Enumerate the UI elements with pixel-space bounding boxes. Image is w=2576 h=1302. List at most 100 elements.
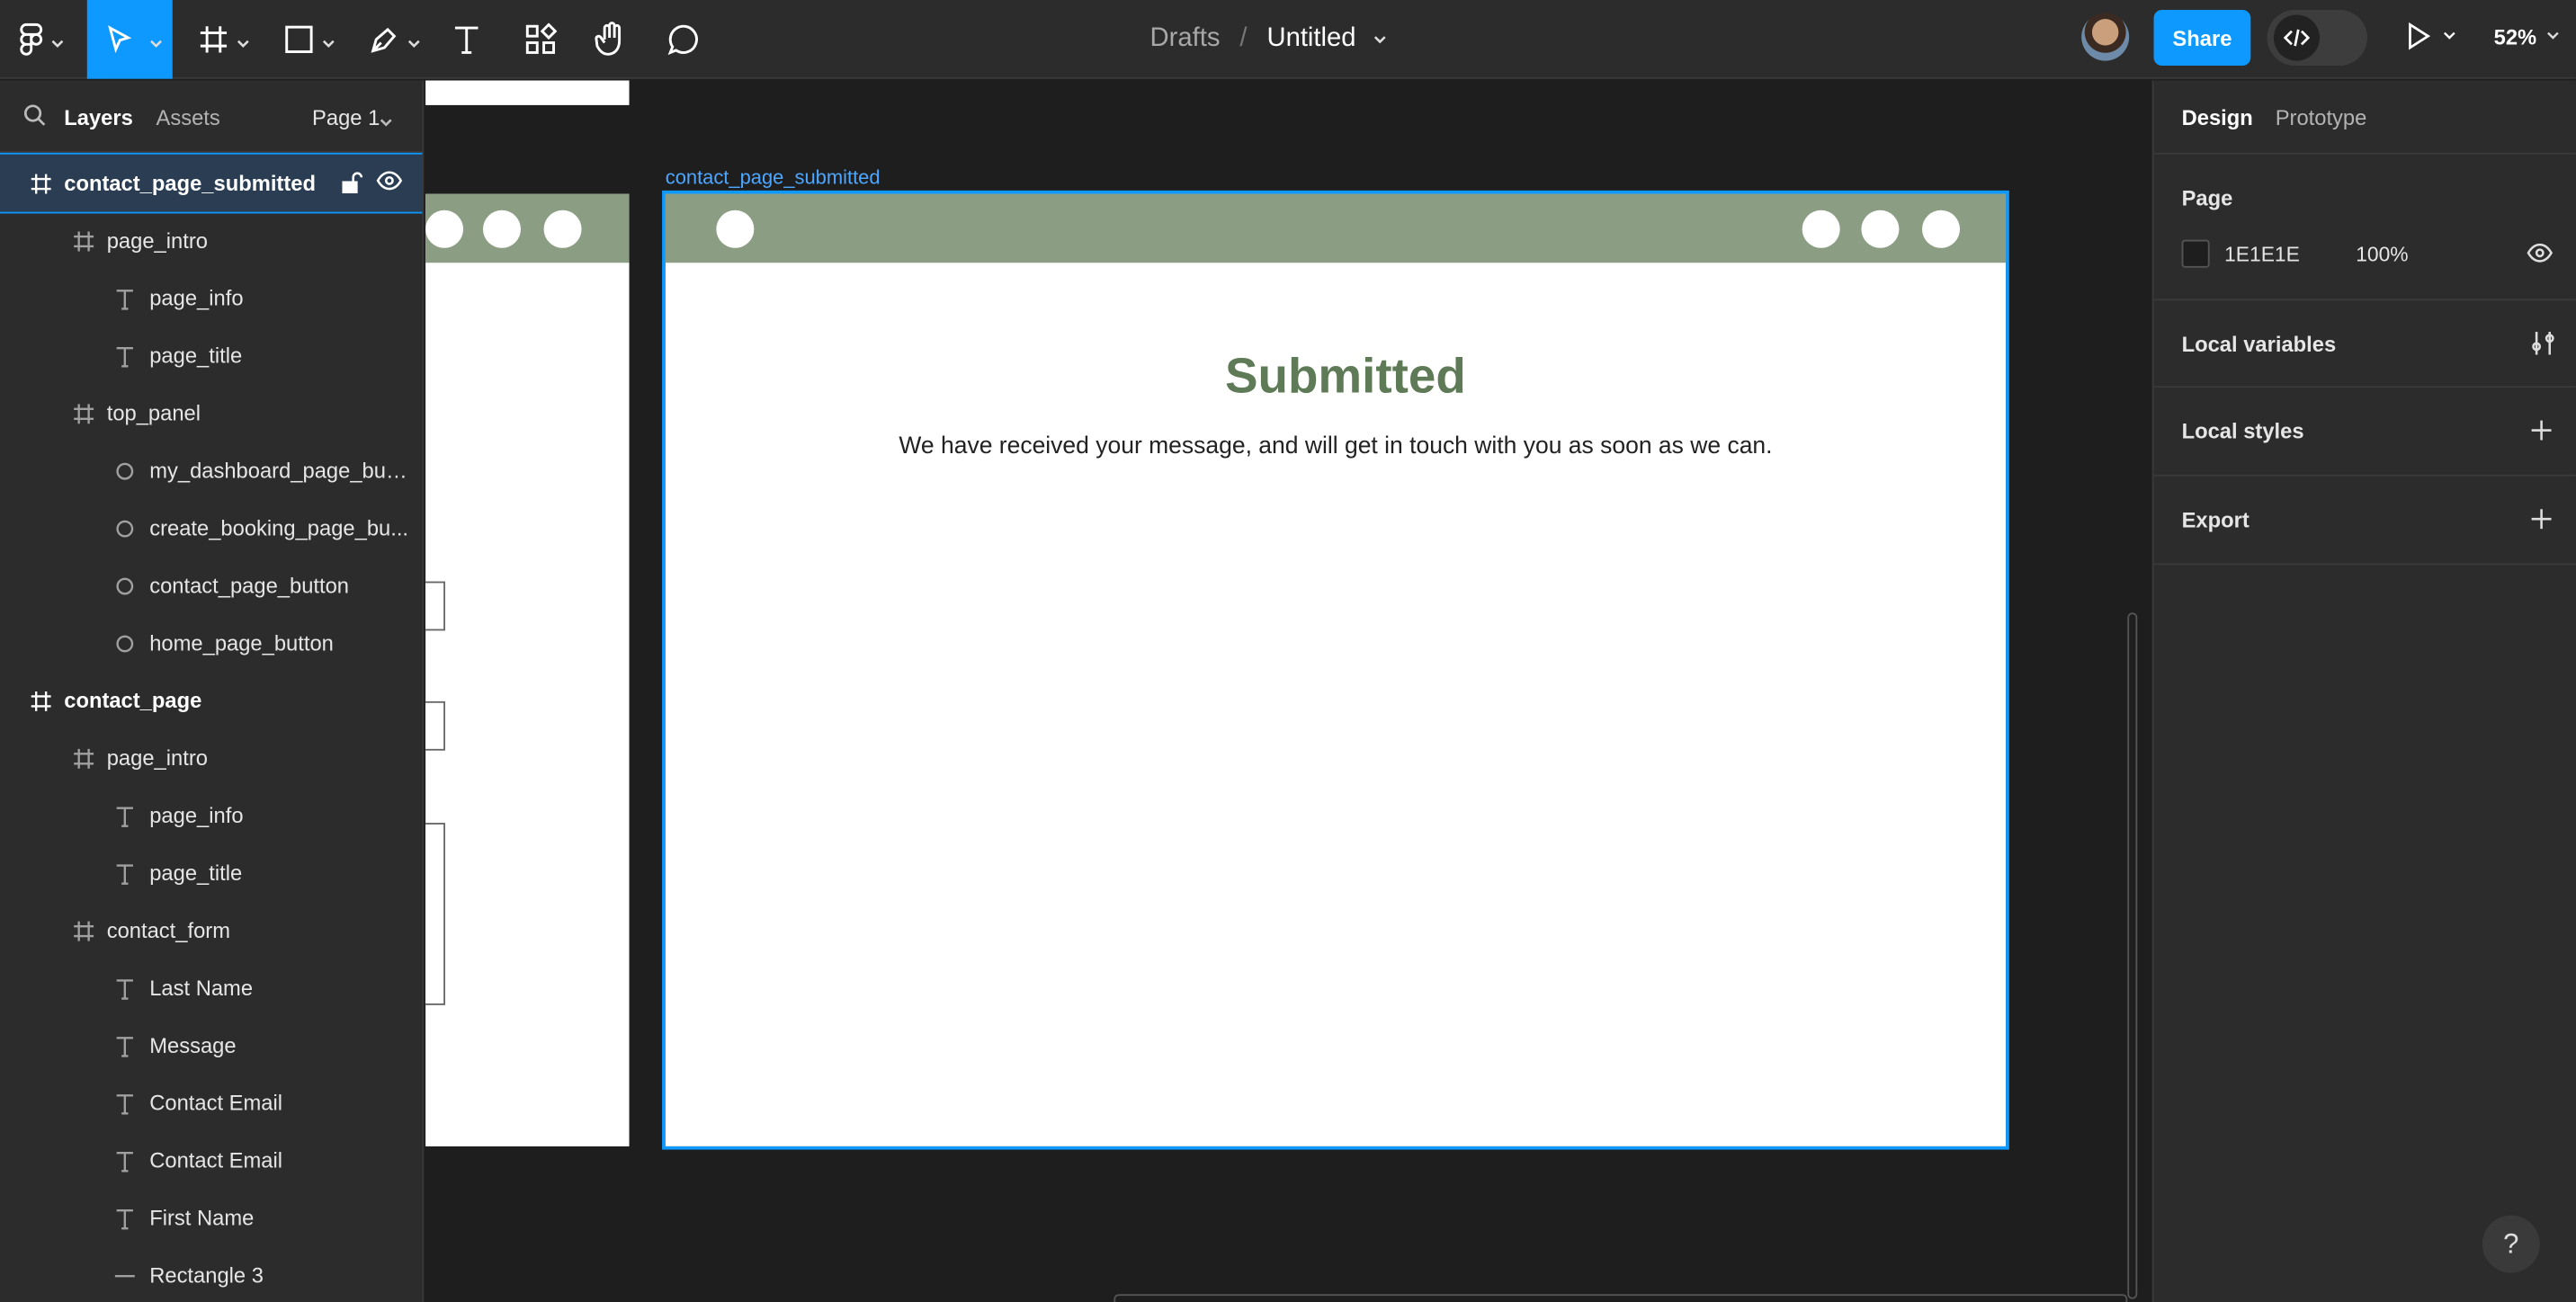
present-button[interactable] xyxy=(2405,22,2457,59)
layer-row[interactable]: page_title xyxy=(0,326,422,384)
home-page-button xyxy=(716,210,755,248)
file-title[interactable]: Untitled xyxy=(1266,24,1355,54)
vertical-scrollbar[interactable] xyxy=(2127,612,2138,1299)
frame-icon xyxy=(71,918,95,942)
variables-settings-icon[interactable] xyxy=(2530,330,2556,361)
layer-row[interactable]: page_intro xyxy=(0,729,422,787)
help-button[interactable]: ? xyxy=(2482,1215,2540,1273)
chevron-down-icon[interactable] xyxy=(1373,26,1389,56)
search-icon[interactable] xyxy=(23,103,47,131)
export-section[interactable]: Export xyxy=(2153,477,2576,566)
line-icon xyxy=(112,1263,136,1288)
layer-row[interactable]: Contact Email xyxy=(0,1075,422,1132)
layer-row[interactable]: contact_page xyxy=(0,672,422,729)
tab-assets[interactable]: Assets xyxy=(157,105,220,129)
contact-page-button xyxy=(1802,210,1840,248)
page-color-swatch[interactable] xyxy=(2181,239,2210,268)
layer-row[interactable]: page_info xyxy=(0,787,422,844)
chevron-down-icon xyxy=(149,28,163,58)
chevron-down-icon[interactable] xyxy=(380,109,393,133)
comment-icon xyxy=(667,24,698,56)
local-variables-section[interactable]: Local variables xyxy=(2153,300,2576,388)
layer-label: page_info xyxy=(149,803,244,828)
frame-partial-top[interactable] xyxy=(425,80,630,105)
layer-row[interactable]: First Name xyxy=(0,1189,422,1246)
layer-row[interactable]: contact_page_submitted xyxy=(0,152,423,214)
layer-row[interactable]: home_page_button xyxy=(0,614,422,672)
comment-tool-button[interactable] xyxy=(660,0,706,79)
cursor-icon xyxy=(108,25,132,54)
local-styles-section[interactable]: Local styles xyxy=(2153,388,2576,477)
shape-tool-button[interactable] xyxy=(273,0,344,79)
text-icon xyxy=(112,861,136,885)
layer-label: create_booking_page_bu... xyxy=(149,515,409,540)
play-icon xyxy=(2409,22,2455,50)
tab-layers[interactable]: Layers xyxy=(64,105,133,129)
text-tool-button[interactable] xyxy=(443,0,489,79)
hand-tool-button[interactable] xyxy=(588,0,634,79)
layer-row[interactable]: create_booking_page_bu... xyxy=(0,499,422,557)
dev-mode-toggle[interactable] xyxy=(2267,9,2367,67)
layer-row[interactable]: top_panel xyxy=(0,384,422,441)
zoom-level: 52% xyxy=(2493,23,2537,49)
nav-button-circle xyxy=(482,210,522,248)
breadcrumb-drafts[interactable]: Drafts xyxy=(1150,24,1221,54)
layer-label: page_intro xyxy=(106,745,208,771)
eye-icon[interactable] xyxy=(376,171,403,195)
components-icon xyxy=(525,22,558,54)
layer-row[interactable]: contact_page_button xyxy=(0,557,422,614)
frame-contact-page-submitted[interactable]: Submitted We have received your message,… xyxy=(662,190,2009,1150)
text-icon xyxy=(112,1091,136,1115)
layer-label: page_intro xyxy=(106,227,208,254)
pen-icon xyxy=(371,27,397,53)
text-icon xyxy=(112,1033,136,1057)
share-button[interactable]: Share xyxy=(2153,9,2251,67)
canvas[interactable]: contact_page_submitted Submitted We have… xyxy=(425,80,2151,1302)
nav-button-circle xyxy=(425,210,464,248)
unlock-icon[interactable] xyxy=(340,171,363,199)
pen-tool-button[interactable] xyxy=(358,0,430,79)
page-section-title: Page xyxy=(2181,185,2233,210)
resources-button[interactable] xyxy=(516,0,566,79)
text-icon xyxy=(112,1148,136,1173)
layer-row[interactable]: Last Name xyxy=(0,959,422,1017)
text-icon xyxy=(112,803,136,827)
tab-prototype[interactable]: Prototype xyxy=(2276,105,2367,129)
text-tool-icon xyxy=(454,26,479,54)
layer-row[interactable]: Message xyxy=(0,1017,422,1075)
zoom-menu[interactable]: 52% xyxy=(2494,0,2563,72)
page-selector[interactable]: Page 1 xyxy=(312,105,380,129)
main-menu-button[interactable] xyxy=(0,0,82,79)
move-tool-button[interactable] xyxy=(86,0,173,79)
layer-row[interactable]: contact_form xyxy=(0,902,422,959)
avatar[interactable] xyxy=(2081,13,2130,61)
create-booking-page-button xyxy=(1861,210,1900,248)
top-toolbar: Drafts / Untitled Share 52% xyxy=(0,0,2576,79)
layer-row[interactable]: Rectangle 3 xyxy=(0,1246,422,1302)
form-field-box xyxy=(425,700,445,751)
page-color-hex[interactable]: 1E1E1E xyxy=(2224,243,2300,266)
layer-row[interactable]: Contact Email xyxy=(0,1131,422,1189)
frame-contact-page[interactable] xyxy=(425,193,630,1146)
layer-label: contact_page xyxy=(64,688,202,713)
page-section: Page xyxy=(2153,155,2576,301)
frame-tool-button[interactable] xyxy=(185,0,259,79)
add-export-icon[interactable] xyxy=(2530,507,2554,535)
layer-label: Contact Email xyxy=(149,1090,283,1116)
layer-row[interactable]: page_intro xyxy=(0,212,422,270)
page-color-opacity[interactable]: 100% xyxy=(2356,243,2408,266)
chevron-down-icon xyxy=(407,28,421,58)
layer-row[interactable]: my_dashboard_page_butt... xyxy=(0,441,422,499)
layer-label: Rectangle 3 xyxy=(149,1262,264,1288)
add-style-icon[interactable] xyxy=(2530,419,2554,447)
frame-name-label[interactable]: contact_page_submitted xyxy=(666,165,881,189)
ellipse-icon xyxy=(112,573,136,597)
local-styles-label: Local styles xyxy=(2181,418,2304,444)
eye-icon[interactable] xyxy=(2527,243,2554,267)
nav-button-circle xyxy=(543,210,582,248)
layer-row[interactable]: page_title xyxy=(0,844,422,902)
tab-design[interactable]: Design xyxy=(2182,105,2253,129)
breadcrumb-separator: / xyxy=(1239,24,1248,53)
horizontal-scrollbar[interactable] xyxy=(1114,1294,2128,1302)
layer-row[interactable]: page_info xyxy=(0,270,422,327)
